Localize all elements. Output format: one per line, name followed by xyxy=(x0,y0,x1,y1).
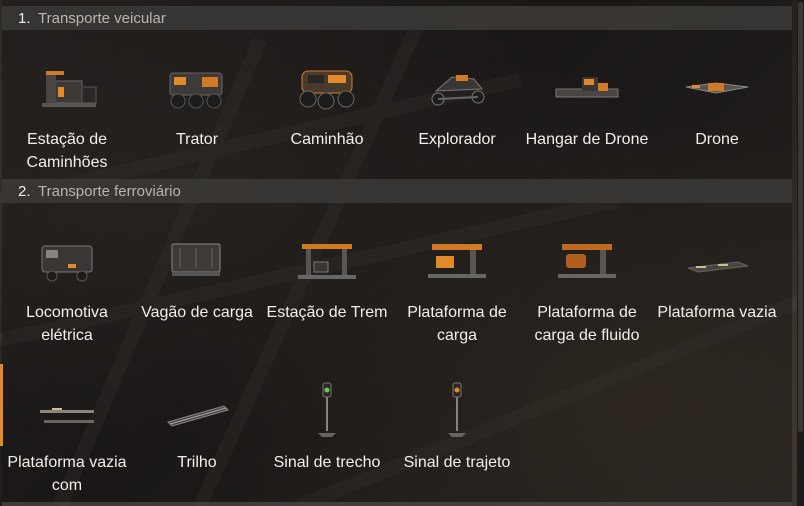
rail-icon xyxy=(132,381,262,441)
item-label: Plataforma vazia xyxy=(657,304,777,321)
item-label: Estação de Trem xyxy=(266,304,388,321)
item-truck-station[interactable]: Estação de Caminhões xyxy=(2,58,132,174)
item-label: Trilho xyxy=(177,454,217,471)
item-block-signal[interactable]: Sinal de trecho xyxy=(262,381,392,474)
item-label: Estação de Caminhões xyxy=(26,131,108,171)
item-label: Trator xyxy=(175,131,219,148)
item-empty-platform[interactable]: Plataforma vazia xyxy=(652,231,782,324)
item-label: Sinal de trajeto xyxy=(403,454,511,471)
freight-platform-icon xyxy=(392,231,522,291)
section-title: Transporte ferroviário xyxy=(38,182,181,200)
item-label: Drone xyxy=(695,131,739,148)
freight-car-icon xyxy=(132,231,262,291)
item-drone[interactable]: Drone xyxy=(652,58,782,151)
item-freight-platform[interactable]: Plataforma de carga xyxy=(392,231,522,347)
empty-platform-with-icon xyxy=(2,381,132,441)
fluid-platform-icon xyxy=(522,231,652,291)
item-path-signal[interactable]: Sinal de trajeto xyxy=(392,381,522,474)
locomotive-icon xyxy=(2,231,132,291)
path-signal-icon xyxy=(392,381,522,441)
train-station-icon xyxy=(262,231,392,291)
item-truck[interactable]: Caminhão xyxy=(262,58,392,151)
item-rail[interactable]: Trilho xyxy=(132,381,262,474)
scrollbar-thumb[interactable] xyxy=(798,2,803,432)
item-tractor[interactable]: Trator xyxy=(132,58,262,151)
item-label: Locomotiva elétrica xyxy=(26,304,108,344)
truck-station-icon xyxy=(2,58,132,118)
item-electric-locomotive[interactable]: Locomotiva elétrica xyxy=(2,231,132,347)
section-number: 1. xyxy=(18,9,31,27)
item-label: Plataforma de carga de fluido xyxy=(534,304,640,344)
item-label: Plataforma vazia com xyxy=(7,454,127,494)
item-drone-hangar[interactable]: Hangar de Drone xyxy=(522,58,652,151)
item-label: Vagão de carga xyxy=(141,304,253,321)
item-label: Explorador xyxy=(418,131,496,148)
truck-icon xyxy=(262,58,392,118)
item-train-station[interactable]: Estação de Trem xyxy=(262,231,392,324)
empty-platform-icon xyxy=(652,231,782,291)
item-label: Caminhão xyxy=(290,131,364,148)
explorer-icon xyxy=(392,58,522,118)
section-header-vehicle: 1. Transporte veicular xyxy=(2,6,792,30)
section-header-rail: 2. Transporte ferroviário xyxy=(2,179,792,203)
item-label: Sinal de trecho xyxy=(273,454,381,471)
drone-hangar-icon xyxy=(522,58,652,118)
item-explorer[interactable]: Explorador xyxy=(392,58,522,151)
scrollbar[interactable] xyxy=(797,0,804,506)
item-freight-car[interactable]: Vagão de carga xyxy=(132,231,262,324)
item-empty-platform-with[interactable]: Plataforma vazia com xyxy=(2,381,132,497)
item-label: Plataforma de carga xyxy=(407,304,507,344)
drone-icon xyxy=(652,58,782,118)
section-title: Transporte veicular xyxy=(38,9,166,27)
section-number: 2. xyxy=(18,182,31,200)
tractor-icon xyxy=(132,58,262,118)
block-signal-icon xyxy=(262,381,392,441)
item-label: Hangar de Drone xyxy=(525,131,649,148)
panel-bottom-edge xyxy=(2,502,792,506)
item-fluid-platform[interactable]: Plataforma de carga de fluido xyxy=(522,231,652,347)
